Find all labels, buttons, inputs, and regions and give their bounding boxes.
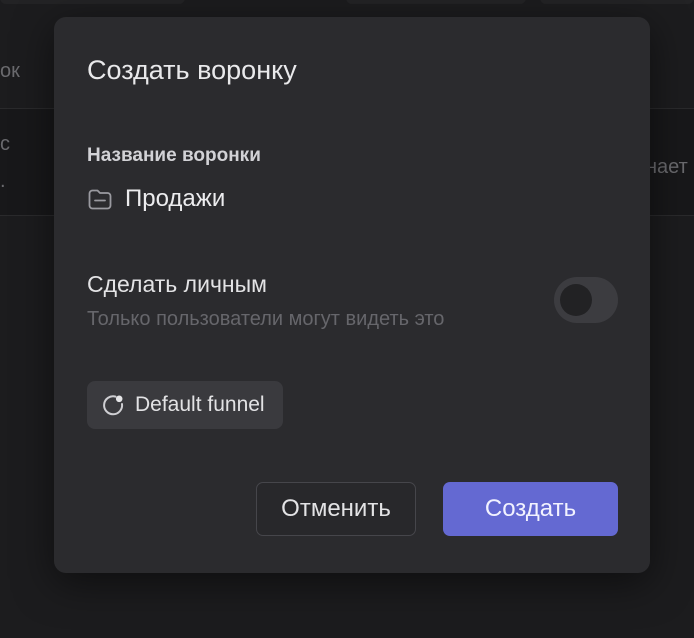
background-topbar-chip bbox=[540, 0, 694, 4]
background-topbar-chip bbox=[0, 0, 185, 4]
funnel-spinner-icon bbox=[103, 395, 124, 416]
make-private-title: Сделать личным bbox=[87, 271, 267, 297]
background-row-text: нает bbox=[646, 156, 688, 178]
make-private-description: Только пользователи могут видеть это bbox=[87, 308, 445, 330]
funnel-name-value: Продажи bbox=[125, 185, 226, 212]
funnel-template-label: Default funnel bbox=[135, 393, 265, 416]
background-topbar-chip bbox=[346, 0, 526, 4]
funnel-name-label: Название воронки bbox=[87, 145, 261, 166]
background-column-header: ок bbox=[0, 60, 20, 82]
background-row-text: с bbox=[0, 133, 10, 155]
funnel-template-button[interactable]: Default funnel bbox=[87, 381, 283, 429]
make-private-toggle[interactable] bbox=[554, 277, 618, 323]
create-button[interactable]: Создать bbox=[443, 482, 618, 536]
create-funnel-dialog: Создать воронку Название воронки Продажи… bbox=[54, 17, 650, 573]
funnel-name-field[interactable]: Продажи bbox=[87, 185, 225, 213]
toggle-knob bbox=[560, 284, 592, 316]
cancel-button[interactable]: Отменить bbox=[256, 482, 416, 536]
background-row-text: . bbox=[0, 170, 6, 192]
dialog-title: Создать воронку bbox=[87, 55, 297, 85]
folder-icon bbox=[88, 189, 112, 210]
